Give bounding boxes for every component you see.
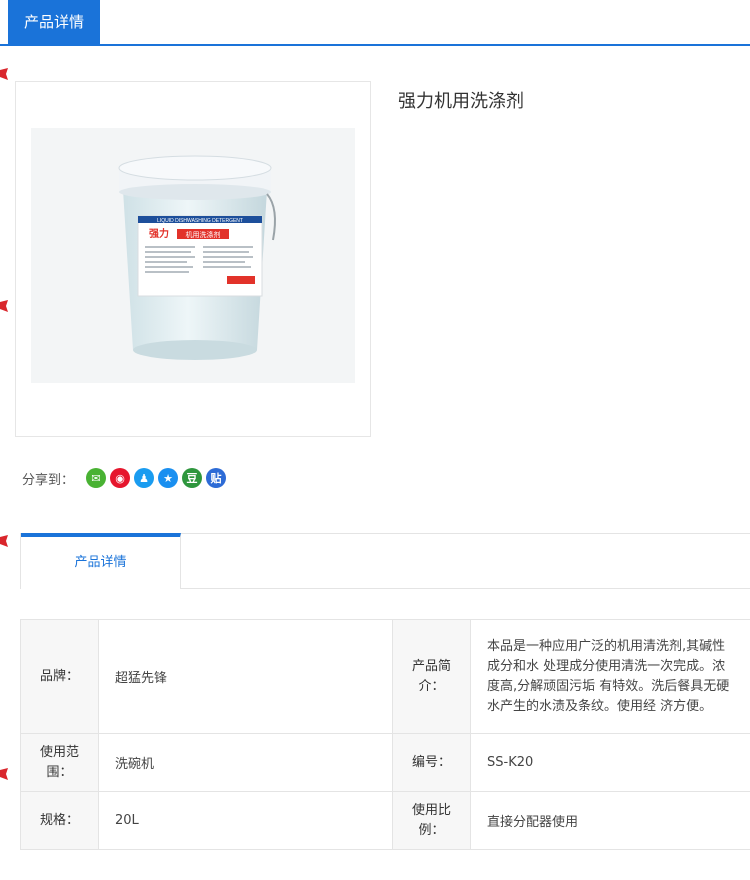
spec-label-code: 编号： <box>392 733 471 792</box>
spec-label-size: 规格： <box>20 791 99 850</box>
spec-value-size: 20L <box>98 791 393 850</box>
edge-decoration-icon <box>0 300 8 312</box>
product-image-frame[interactable]: LIQUID DISHWASHING DETERGENT 强力 机用洗涤剂 <box>15 81 371 437</box>
detail-tab-bar: 产品详情 <box>20 533 750 589</box>
tab-product-details[interactable]: 产品详情 <box>8 0 100 45</box>
product-label-brand: 强力 <box>149 227 169 240</box>
share-label: 分享到： <box>22 472 75 488</box>
header-tab-bar: 产品详情 <box>0 0 750 46</box>
spec-value-usage-scope: 洗碗机 <box>98 733 393 792</box>
share-bar: 分享到： ✉ ◉ ♟ ★ 豆 贴 <box>22 466 230 490</box>
edge-decoration-icon <box>0 535 8 547</box>
table-row: 使用范围： 洗碗机 编号： SS-K20 <box>20 733 750 792</box>
spec-value-dilution: 直接分配器使用 <box>470 791 750 850</box>
edge-decoration-icon <box>0 768 8 780</box>
weibo-icon[interactable]: ◉ <box>110 468 131 488</box>
spec-label-intro: 产品简介： <box>392 619 471 734</box>
qq-icon[interactable]: ♟ <box>134 468 155 488</box>
spec-label-usage-scope: 使用范围： <box>20 733 99 792</box>
product-image: LIQUID DISHWASHING DETERGENT 强力 机用洗涤剂 <box>31 128 355 383</box>
edge-decoration-icon <box>0 68 8 80</box>
wechat-icon[interactable]: ✉ <box>86 468 107 488</box>
tieba-icon[interactable]: 贴 <box>206 468 227 488</box>
product-spec-table: 品牌： 超猛先锋 产品简介： 本品是一种应用广泛的机用清洗剂,其碱性成分和水 处… <box>20 619 750 850</box>
spec-value-brand: 超猛先锋 <box>98 619 393 734</box>
product-label-english: LIQUID DISHWASHING DETERGENT <box>157 218 243 224</box>
table-row: 品牌： 超猛先锋 产品简介： 本品是一种应用广泛的机用清洗剂,其碱性成分和水 处… <box>20 619 750 734</box>
table-row: 规格： 20L 使用比例： 直接分配器使用 <box>20 791 750 850</box>
douban-icon[interactable]: 豆 <box>182 468 203 488</box>
spec-value-code: SS-K20 <box>470 733 750 792</box>
product-label-name: 机用洗涤剂 <box>186 230 221 239</box>
qzone-icon[interactable]: ★ <box>158 468 179 488</box>
product-title: 强力机用洗涤剂 <box>398 91 524 112</box>
spec-label-brand: 品牌： <box>20 619 99 734</box>
spec-value-intro: 本品是一种应用广泛的机用清洗剂,其碱性成分和水 处理成分使用清洗一次完成。浓度高… <box>470 619 750 734</box>
tab-product-details[interactable]: 产品详情 <box>21 533 181 589</box>
spec-label-dilution: 使用比例： <box>392 791 471 850</box>
